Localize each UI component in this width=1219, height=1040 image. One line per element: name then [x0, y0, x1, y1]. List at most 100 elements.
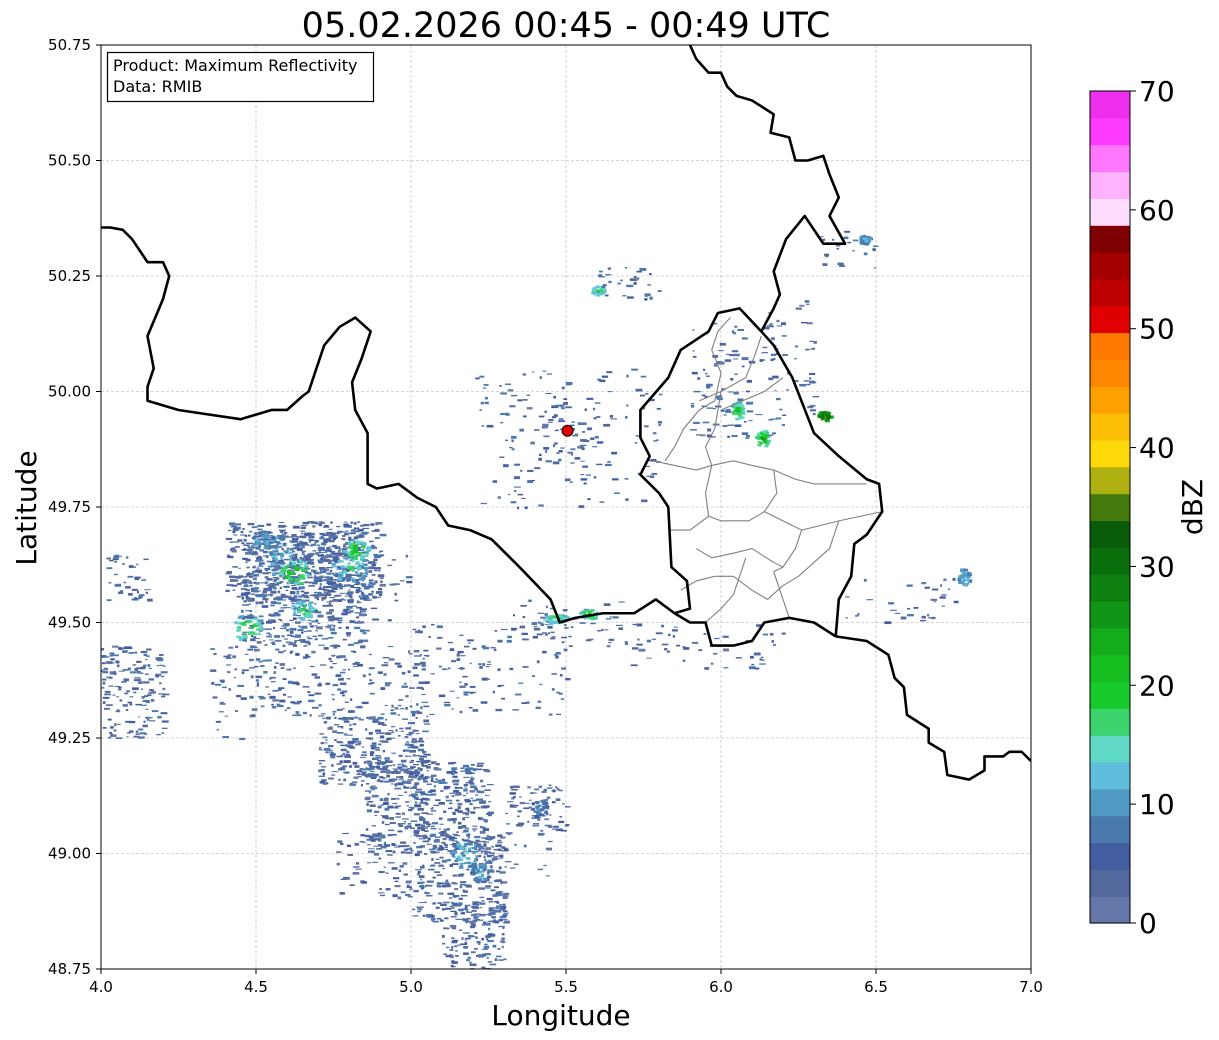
radar-echo: [734, 325, 738, 328]
radar-echo: [423, 753, 430, 756]
radar-echo: [281, 635, 285, 638]
radar-echo-core: [364, 569, 368, 573]
radar-echo: [331, 694, 335, 696]
radar-echo: [246, 566, 250, 569]
radar-echo: [379, 550, 384, 553]
radar-echo: [626, 374, 629, 378]
radar-echo: [371, 742, 377, 745]
radar-echo: [262, 572, 269, 575]
radar-echo: [416, 906, 422, 908]
radar-echo: [593, 407, 596, 411]
radar-echo: [418, 908, 423, 911]
radar-echo: [703, 368, 706, 371]
radar-echo: [155, 657, 160, 660]
radar-echo: [845, 596, 850, 598]
radar-echo: [360, 834, 366, 837]
radar-echo: [322, 736, 328, 739]
radar-echo: [421, 812, 426, 814]
radar-echo: [359, 767, 364, 770]
radar-echo: [474, 948, 478, 950]
radar-echo: [370, 838, 378, 841]
radar-echo: [636, 643, 643, 646]
radar-echo-core: [356, 566, 362, 570]
radar-echo: [376, 554, 382, 558]
radar-echo: [755, 414, 763, 416]
radar-echo: [329, 569, 333, 572]
radar-echo: [286, 707, 291, 710]
radar-echo: [329, 609, 334, 612]
radar-echo: [460, 943, 468, 946]
radar-echo: [465, 769, 472, 773]
radar-echo: [215, 720, 222, 723]
radar-echo: [248, 548, 254, 551]
radar-echo: [722, 425, 728, 427]
radar-echo: [469, 963, 477, 967]
radar-echo: [318, 775, 325, 777]
radar-echo: [475, 954, 480, 957]
radar-echo: [501, 697, 506, 700]
colorbar-tick-label: 20: [1139, 669, 1175, 702]
radar-echo: [115, 737, 123, 739]
radar-echo: [510, 394, 518, 397]
radar-echo: [499, 916, 506, 919]
radar-echo: [355, 589, 361, 592]
radar-echo: [604, 294, 609, 297]
radar-echo: [503, 848, 509, 852]
radar-echo: [450, 916, 457, 918]
radar-echo: [225, 537, 233, 540]
radar-echo: [300, 524, 308, 526]
radar-echo: [556, 713, 562, 716]
radar-echo: [266, 635, 273, 638]
radar-echo: [102, 727, 107, 729]
radar-echo: [481, 837, 489, 839]
radar-echo: [241, 671, 245, 675]
radar-echo: [395, 729, 398, 732]
radar-echo: [279, 529, 286, 531]
radar-echo: [287, 634, 293, 636]
radar-echo-core: [337, 577, 343, 581]
radar-echo: [431, 624, 435, 626]
radar-echo-core: [293, 609, 296, 612]
radar-echo: [318, 759, 326, 762]
radar-echo: [380, 713, 385, 715]
radar-echo: [151, 710, 159, 713]
radar-echo: [293, 540, 298, 543]
radar-echo: [279, 586, 282, 590]
radar-echo: [368, 791, 371, 794]
radar-echo: [307, 576, 314, 579]
radar-echo: [335, 674, 342, 677]
colorbar-tick-label: 50: [1139, 313, 1175, 346]
radar-echo: [251, 570, 255, 574]
radar-echo: [366, 767, 372, 771]
radar-echo: [391, 778, 398, 781]
radar-echo: [109, 654, 114, 657]
radar-echo: [311, 569, 317, 572]
radar-echo: [341, 612, 348, 616]
radar-echo: [397, 763, 402, 766]
radar-echo: [339, 760, 344, 764]
radar-echo-core: [452, 856, 456, 858]
radar-echo: [412, 713, 416, 717]
radar-echo: [509, 405, 516, 408]
radar-echo: [279, 580, 284, 583]
radar-echo: [459, 681, 462, 684]
radar-echo: [446, 770, 454, 774]
radar-echo: [316, 594, 320, 597]
radar-echo: [356, 706, 362, 709]
radar-echo: [377, 671, 383, 674]
radar-echo: [543, 435, 550, 438]
radar-echo: [353, 527, 360, 530]
radar-echo: [465, 921, 468, 924]
radar-echo: [399, 865, 404, 868]
radar-echo: [358, 601, 362, 604]
radar-echo: [336, 617, 343, 619]
radar-echo: [534, 788, 540, 791]
radar-echo: [641, 499, 648, 503]
radar-echo-core: [347, 565, 352, 569]
radar-echo-core: [291, 607, 294, 610]
radar-echo: [492, 944, 497, 948]
radar-echo: [226, 571, 232, 574]
radar-echo: [607, 391, 613, 393]
radar-echo: [357, 717, 362, 719]
radar-echo: [676, 644, 681, 647]
